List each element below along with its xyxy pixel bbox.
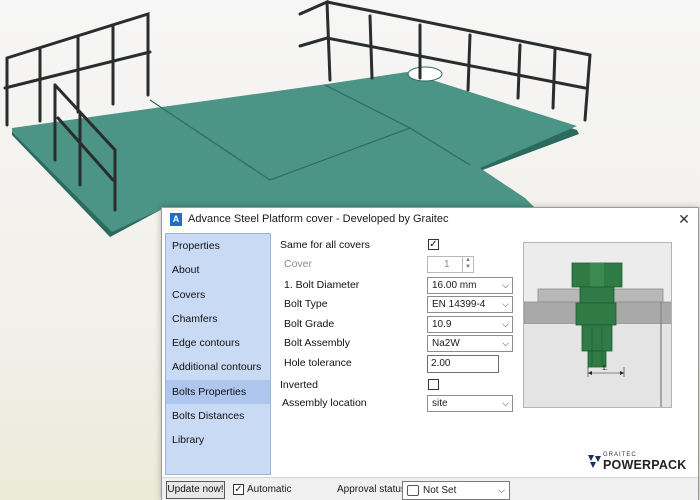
platform-cover-dialog: A Advance Steel Platform cover - Develop… — [161, 207, 699, 500]
bolt-preview-image: 1. — [523, 242, 672, 408]
bolt-assembly-select[interactable]: Na2W ⌵ — [427, 335, 513, 352]
bottom-bar: Update now! ✓ Automatic Approval status … — [162, 477, 698, 500]
assembly-location-select[interactable]: site ⌵ — [427, 395, 513, 412]
chevron-down-icon: ⌵ — [502, 299, 509, 309]
bolt-grade-select[interactable]: 10.9 ⌵ — [427, 316, 513, 333]
approval-status-select[interactable]: Not Set ⌵ — [402, 481, 510, 500]
approval-status-label: Approval status — [337, 484, 406, 495]
approval-status-value: Not Set — [423, 485, 457, 496]
hole-tolerance-input[interactable]: 2.00 — [427, 355, 499, 373]
same-for-all-checkbox[interactable]: ✓ — [428, 239, 439, 250]
bolt-assembly-row: Bolt Assembly Na2W ⌵ — [280, 335, 520, 353]
title-bar: A Advance Steel Platform cover - Develop… — [162, 208, 698, 230]
dimension-label: 1. — [602, 365, 608, 372]
sidebar-item-library[interactable]: Library — [166, 428, 270, 452]
plate-hole — [407, 66, 443, 82]
bolt-diameter-value: 16.00 mm — [432, 280, 477, 291]
sidebar-item-properties[interactable]: Properties — [166, 234, 270, 258]
hole-tolerance-label: Hole tolerance — [284, 357, 352, 369]
status-swatch-icon — [407, 485, 419, 496]
chevron-down-icon: ⌵ — [502, 280, 509, 290]
sidebar-item-chamfers[interactable]: Chamfers — [166, 307, 270, 331]
spin-down-icon[interactable]: ▼ — [463, 264, 473, 271]
automatic-checkbox[interactable]: ✓ — [233, 484, 244, 495]
bolt-grade-value: 10.9 — [432, 319, 452, 330]
bolt-type-label: Bolt Type — [284, 298, 328, 310]
sidebar-item-bolts-properties[interactable]: Bolts Properties — [166, 379, 270, 405]
bolt-assembly-value: Na2W — [432, 338, 460, 349]
inverted-row: Inverted — [280, 377, 520, 395]
assembly-location-label: Assembly location — [282, 397, 367, 409]
advance-steel-logo-icon: A — [170, 212, 182, 226]
graitec-logo-icon — [588, 455, 601, 468]
spinner-buttons[interactable]: ▲ ▼ — [462, 257, 473, 272]
cover-spinner[interactable]: 1 ▲ ▼ — [427, 256, 474, 273]
brand-big-text: POWERPACK — [603, 458, 687, 472]
sidebar-nav: Properties About Covers Chamfers Edge contou… — [165, 233, 271, 475]
bolt-grade-row: Bolt Grade 10.9 ⌵ — [280, 316, 520, 334]
cover-value: 1 — [444, 259, 450, 270]
bolt-grade-label: Bolt Grade — [284, 318, 335, 330]
automatic-label: Automatic — [247, 484, 292, 495]
bolts-properties-form: Same for all covers ✓ Cover 1 ▲ ▼ 1. Bol… — [280, 237, 520, 447]
sidebar-item-bolts-distances[interactable]: Bolts Distances — [166, 404, 270, 428]
spin-up-icon[interactable]: ▲ — [463, 257, 473, 264]
sidebar-item-about[interactable]: About — [166, 258, 270, 282]
bolt-assembly-label: Bolt Assembly — [284, 337, 350, 349]
inverted-label: Inverted — [280, 379, 318, 391]
bolt-diameter-select[interactable]: 16.00 mm ⌵ — [427, 277, 513, 294]
chevron-down-icon: ⌵ — [498, 485, 505, 495]
chevron-down-icon: ⌵ — [502, 398, 509, 408]
hole-tolerance-row: Hole tolerance 2.00 — [280, 355, 520, 373]
same-for-all-row: Same for all covers ✓ — [280, 237, 520, 255]
sidebar-item-covers[interactable]: Covers — [166, 283, 270, 307]
same-for-all-label: Same for all covers — [280, 239, 370, 251]
bolt-type-row: Bolt Type EN 14399-4 ⌵ — [280, 296, 520, 314]
assembly-location-value: site — [432, 398, 448, 409]
sidebar-item-edge-contours[interactable]: Edge contours — [166, 331, 270, 355]
update-now-button[interactable]: Update now! — [166, 481, 225, 499]
inverted-checkbox[interactable] — [428, 379, 439, 390]
bolt-diameter-label: 1. Bolt Diameter — [284, 279, 360, 291]
dialog-title: Advance Steel Platform cover - Developed… — [188, 213, 449, 225]
sidebar-item-additional-contours[interactable]: Additional contours — [166, 355, 270, 379]
bolt-type-select[interactable]: EN 14399-4 ⌵ — [427, 296, 513, 313]
cover-label: Cover — [284, 258, 313, 270]
assembly-location-row: Assembly location site ⌵ — [280, 395, 520, 413]
bolt-diameter-row: 1. Bolt Diameter 16.00 mm ⌵ — [280, 277, 520, 295]
chevron-down-icon: ⌵ — [502, 319, 509, 329]
chevron-down-icon: ⌵ — [502, 338, 509, 348]
close-button[interactable]: ✕ — [676, 211, 692, 227]
bolt-type-value: EN 14399-4 — [432, 299, 486, 310]
cover-row: Cover 1 ▲ ▼ — [280, 256, 520, 274]
graitec-powerpack-logo: GRAITEC POWERPACK — [588, 452, 688, 474]
